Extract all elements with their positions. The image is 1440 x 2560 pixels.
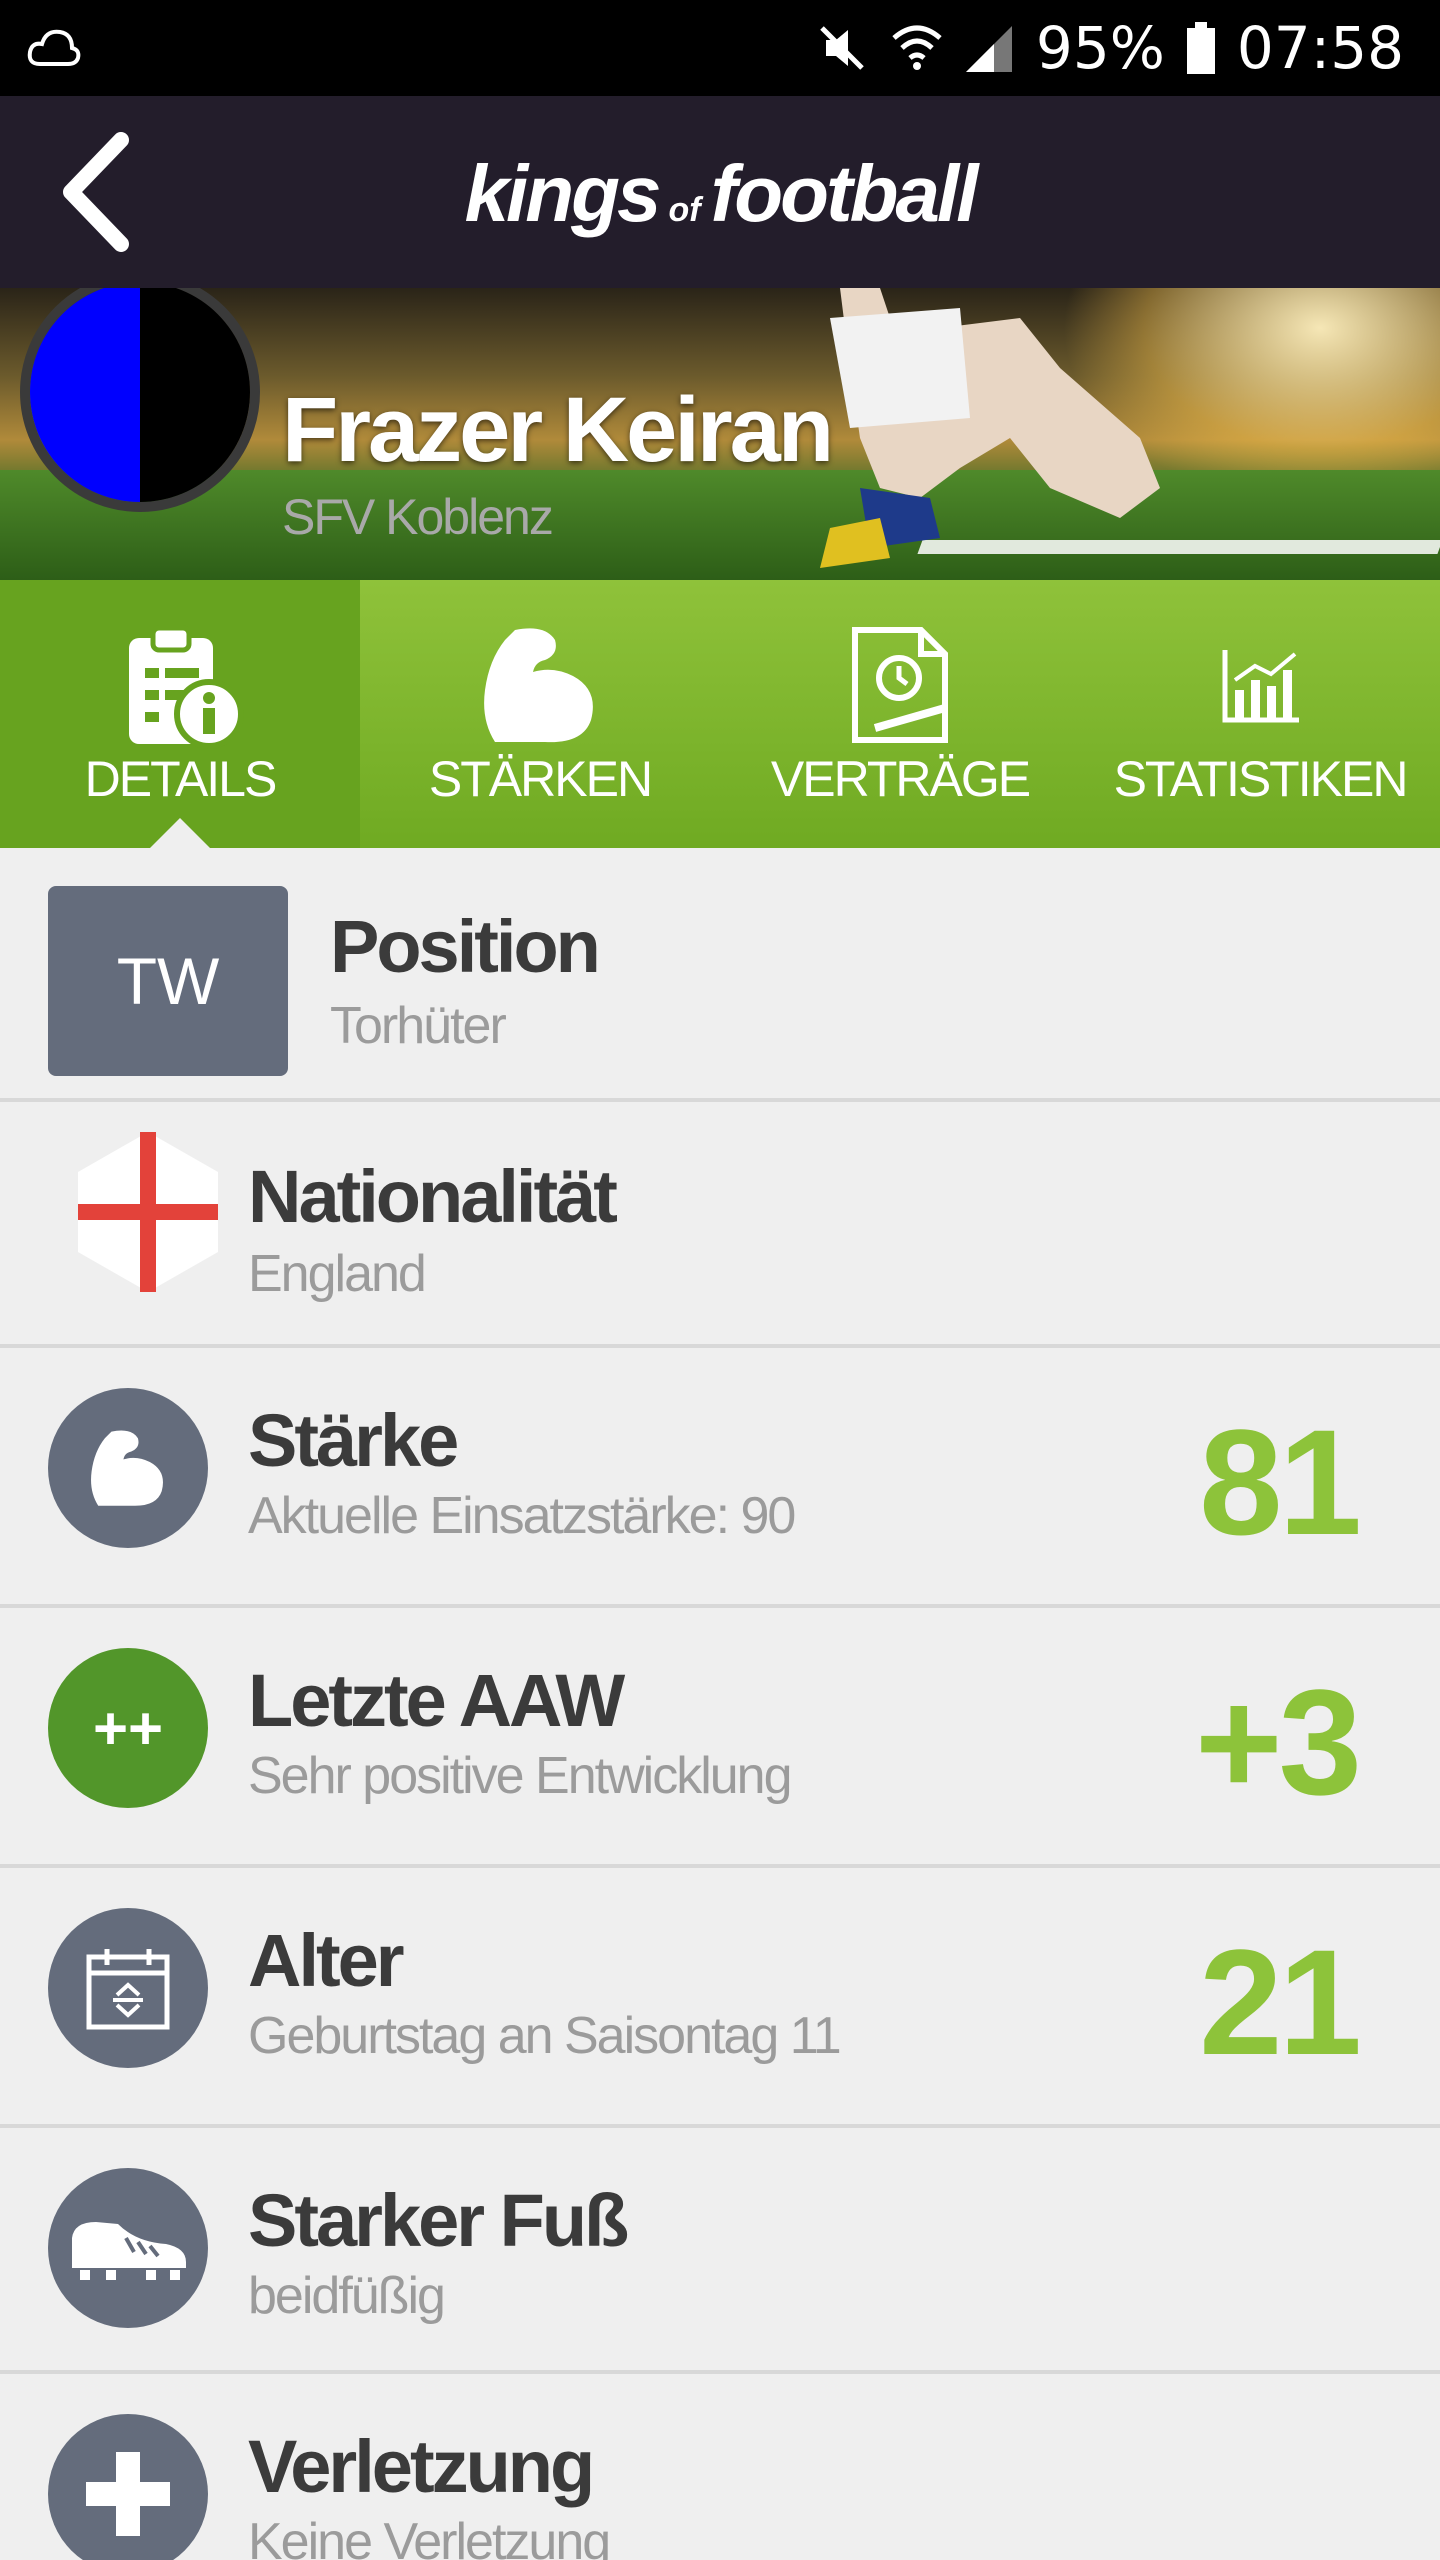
row-subtitle: Geburtstag an Saisontag 11: [248, 2007, 842, 2065]
pitch-background: [0, 470, 1440, 580]
strength-icon-circle: [48, 1388, 208, 1548]
row-position: TW Position Torhüter: [0, 848, 1440, 1102]
row-subtitle: Keine Verletzung: [248, 2513, 611, 2560]
strength-value: 81: [1199, 1398, 1362, 1566]
active-tab-pointer: [150, 818, 210, 848]
football-boot-icon: [72, 2222, 186, 2280]
row-subtitle: England: [248, 1245, 427, 1303]
row-title: Starker Fuß: [248, 2179, 629, 2262]
aaw-icon-text: ++: [92, 1694, 164, 1762]
signal-icon: [965, 26, 1012, 72]
mute-icon: [820, 26, 864, 70]
tab-details[interactable]: DETAILS: [0, 580, 360, 848]
clock: 07:58: [1236, 14, 1404, 82]
app-bar: kings of football: [0, 96, 1440, 288]
player-header: Frazer Keiran SFV Koblenz: [0, 288, 1440, 580]
row-title: Stärke: [248, 1399, 459, 1482]
row-title: Letzte AAW: [248, 1659, 625, 1742]
clipboard-info-icon: [129, 625, 244, 749]
row-last-aaw: ++ Letzte AAW Sehr positive Entwicklung …: [0, 1608, 1440, 1868]
aaw-value: +3: [1194, 1658, 1362, 1826]
wifi-icon: [892, 25, 942, 70]
battery-percent: 95%: [1035, 14, 1165, 82]
tab-label: STATISTIKEN: [1113, 751, 1409, 807]
row-title: Alter: [248, 1919, 405, 2002]
app-logo: kings of football: [0, 148, 1440, 240]
row-strong-foot: Starker Fuß beidfüßig: [0, 2128, 1440, 2374]
club-name[interactable]: SFV Koblenz: [282, 488, 554, 546]
age-icon-circle: [48, 1908, 208, 2068]
tab-vertraege[interactable]: VERTRÄGE: [720, 580, 1080, 848]
logo-of: of: [668, 191, 701, 229]
status-bar: 95% 07:58: [0, 0, 1440, 96]
medical-cross-icon: [86, 2452, 170, 2536]
row-subtitle: Torhüter: [330, 997, 507, 1055]
calendar-icon: [86, 1949, 170, 2030]
row-subtitle: Sehr positive Entwicklung: [248, 1747, 793, 1805]
muscle-arm-icon: [91, 1430, 163, 1506]
row-injury: Verletzung Keine Verletzung: [0, 2374, 1440, 2560]
tab-statistiken[interactable]: STATISTIKEN: [1080, 580, 1440, 848]
row-title: Position: [330, 905, 601, 988]
battery-icon: [1186, 22, 1215, 74]
row-title: Verletzung: [248, 2425, 595, 2508]
tab-label: STÄRKEN: [428, 751, 653, 807]
row-age: Alter Geburtstag an Saisontag 11 21: [0, 1868, 1440, 2128]
logo-football: football: [710, 149, 979, 238]
position-badge: TW: [48, 886, 288, 1076]
row-strength: Stärke Aktuelle Einsatzstärke: 90 81: [0, 1348, 1440, 1608]
foot-icon-circle: [48, 2168, 208, 2328]
row-nationality: Nationalität England: [0, 1102, 1440, 1348]
tab-label: VERTRÄGE: [770, 751, 1031, 807]
tab-label: DETAILS: [84, 751, 278, 807]
cloud-icon: [27, 29, 81, 66]
row-subtitle: beidfüßig: [248, 2267, 446, 2325]
logo-kings: kings: [464, 149, 662, 238]
bar-chart-icon: [1222, 650, 1299, 723]
row-subtitle: Aktuelle Einsatzstärke: 90: [248, 1487, 796, 1545]
player-name: Frazer Keiran: [282, 379, 834, 481]
details-list: TW Position Torhüter Nationalität Englan…: [0, 848, 1440, 2560]
tab-bar: DETAILS STÄRKEN VERTRÄGE STATISTIKEN: [0, 580, 1440, 848]
injury-icon-circle: [48, 2414, 208, 2560]
age-value: 21: [1199, 1918, 1362, 2086]
aaw-icon-circle: ++: [48, 1648, 208, 1808]
row-title: Nationalität: [248, 1155, 618, 1238]
tab-staerken[interactable]: STÄRKEN: [360, 580, 720, 848]
contract-icon: [852, 627, 948, 743]
muscle-arm-icon: [484, 628, 593, 743]
england-flag-icon: [78, 1132, 218, 1292]
